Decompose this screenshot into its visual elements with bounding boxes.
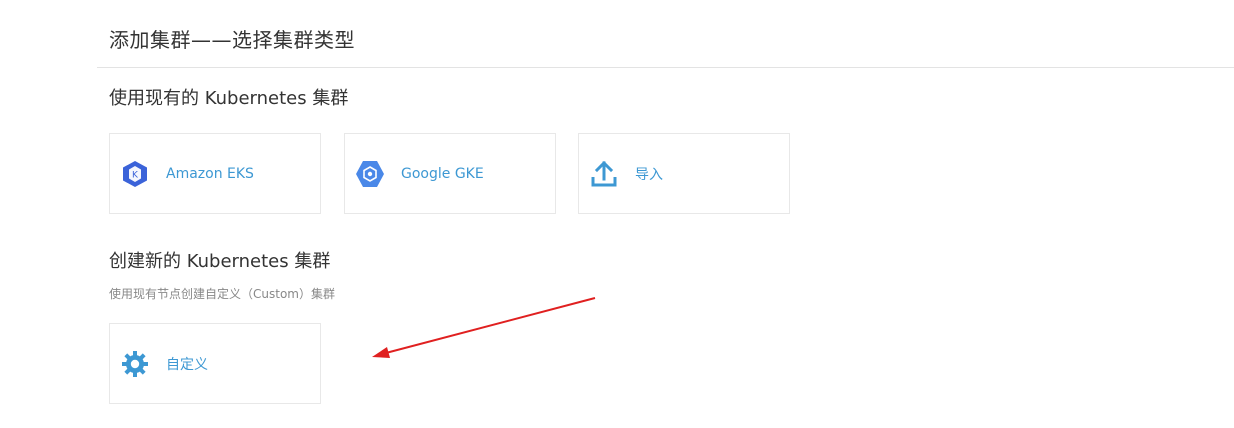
import-card[interactable]: 导入: [578, 133, 790, 214]
google-gke-card[interactable]: Google GKE: [344, 133, 556, 214]
upload-icon: [589, 159, 619, 189]
import-label: 导入: [635, 166, 663, 183]
page-title: 添加集群——选择集群类型: [109, 28, 355, 52]
section-title-existing: 使用现有的 Kubernetes 集群: [109, 88, 349, 109]
amazon-eks-icon: K: [120, 159, 150, 189]
section-title-create: 创建新的 Kubernetes 集群: [109, 251, 331, 272]
amazon-eks-label: Amazon EKS: [166, 165, 254, 182]
custom-cluster-label: 自定义: [166, 356, 208, 373]
add-cluster-page: 添加集群——选择集群类型 使用现有的 Kubernetes 集群 K Amazo…: [0, 0, 1234, 428]
amazon-eks-card[interactable]: K Amazon EKS: [109, 133, 321, 214]
annotation-arrow: [372, 297, 596, 358]
section-description-create: 使用现有节点创建自定义（Custom）集群: [109, 287, 335, 301]
google-gke-label: Google GKE: [401, 165, 484, 182]
custom-cluster-card[interactable]: 自定义: [109, 323, 321, 404]
gear-icon: [120, 349, 150, 379]
title-divider: [97, 67, 1234, 68]
google-gke-icon: [355, 159, 385, 189]
